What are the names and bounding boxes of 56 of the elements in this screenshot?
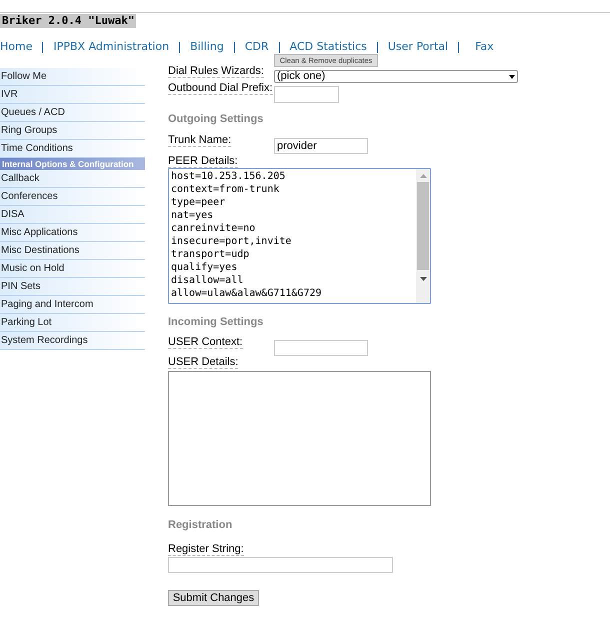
- outbound-prefix-input[interactable]: [274, 86, 339, 102]
- sidebar-item[interactable]: Queues / ACD: [0, 104, 145, 122]
- scroll-down-arrow-icon[interactable]: [420, 277, 426, 281]
- sidebar-item[interactable]: Parking Lot: [0, 314, 145, 332]
- config-line: disallow=all: [171, 274, 244, 287]
- scroll-up-arrow-icon[interactable]: [420, 174, 426, 178]
- section-heading: Outgoing Settings: [168, 113, 264, 126]
- user-context-input[interactable]: [274, 340, 368, 356]
- sidebar-item[interactable]: DISA: [0, 206, 145, 224]
- sidebar-item[interactable]: Misc Applications: [0, 224, 145, 242]
- config-line: nat=yes: [171, 209, 214, 222]
- app-title: Briker 2.0.4 "Luwak": [0, 14, 136, 28]
- sidebar-section-header: Internal Options & Configuration: [0, 158, 145, 170]
- nav-link[interactable]: Billing: [190, 40, 224, 54]
- nav-link[interactable]: Fax: [475, 40, 494, 54]
- sidebar-item[interactable]: Music on Hold: [0, 260, 145, 278]
- config-line: insecure=port,invite: [171, 235, 292, 248]
- field-label: Trunk Name:: [168, 134, 232, 147]
- config-line: transport=udp: [171, 248, 250, 261]
- nav-link[interactable]: ACD Statistics: [290, 40, 367, 54]
- field-label: PEER Details:: [168, 155, 238, 168]
- config-line: canreinvite=no: [171, 222, 256, 235]
- nav-link[interactable]: CDR: [244, 40, 269, 54]
- field-label: Outbound Dial Prefix:: [168, 82, 273, 95]
- config-line: allow=ulaw&alaw&G711&G729: [171, 287, 323, 300]
- sidebar-item[interactable]: Misc Destinations: [0, 242, 145, 260]
- config-line: type=peer: [171, 196, 226, 209]
- trunk-name-input[interactable]: provider: [274, 138, 368, 154]
- scrollbar-thumb[interactable]: [417, 182, 429, 270]
- nav-link[interactable]: User Portal: [388, 40, 448, 54]
- sidebar-item[interactable]: System Recordings: [0, 332, 145, 350]
- sidebar-item[interactable]: Follow Me: [0, 68, 145, 86]
- dial-rules-select[interactable]: (pick one): [274, 70, 518, 83]
- section-heading: Registration: [168, 519, 234, 532]
- field-label: USER Context:: [168, 336, 243, 349]
- field-label: Dial Rules Wizards:: [168, 64, 264, 78]
- dropdown-arrow-icon: [509, 74, 515, 78]
- field-label: USER Details:: [168, 356, 238, 369]
- nav-link[interactable]: Home: [0, 40, 32, 54]
- peer-details-textarea[interactable]: host=10.253.156.205 context=from-trunk type=peer nat=yes canreinvite=no insecure=port,invite transport=udp qualify=yes disallow=all allow=ulaw&alaw&G711&G729: [168, 168, 431, 304]
- config-line: host=10.253.156.205: [171, 170, 286, 183]
- sidebar-item[interactable]: Paging and Intercom: [0, 296, 145, 314]
- config-line: context=from-trunk: [171, 183, 280, 196]
- submit-changes-button[interactable]: Submit Changes: [168, 590, 259, 606]
- register-string-input[interactable]: [168, 557, 393, 573]
- user-details-textarea[interactable]: [168, 371, 431, 506]
- field-label: Register String:: [168, 543, 244, 556]
- sidebar-item[interactable]: PIN Sets: [0, 278, 145, 296]
- section-heading: Incoming Settings: [168, 316, 264, 329]
- nav-link[interactable]: IPPBX Administration: [53, 40, 170, 54]
- sidebar-item[interactable]: Ring Groups: [0, 122, 145, 140]
- sidebar-item[interactable]: Callback: [0, 170, 145, 188]
- sidebar-item[interactable]: Conferences: [0, 188, 145, 206]
- config-line: qualify=yes: [171, 261, 238, 274]
- sidebar-item[interactable]: Time Conditions: [0, 140, 145, 158]
- sidebar-item[interactable]: IVR: [0, 86, 145, 104]
